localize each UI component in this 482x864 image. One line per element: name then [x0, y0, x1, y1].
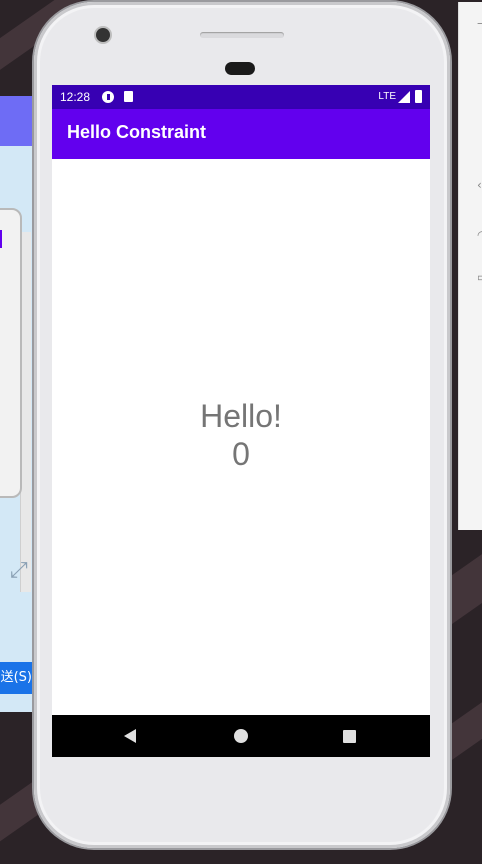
background-glyph: ‹ [477, 178, 482, 192]
background-glyph: ▭ [477, 270, 482, 284]
mini-phone-appbar [0, 230, 2, 248]
greeting-text: Hello! [200, 398, 282, 434]
home-icon[interactable] [234, 729, 248, 743]
network-type: LTE [378, 91, 396, 102]
background-window-header [0, 96, 34, 146]
signal-icon [398, 91, 410, 103]
background-window-right: – ‹ ◠ ▭ [458, 2, 482, 530]
phone-screen: 12:28 LTE Hello Constraint Hello! 0 [52, 85, 430, 757]
main-content: Hello! 0 [52, 159, 430, 715]
earpiece-speaker [200, 32, 284, 38]
background-window-left: ⤢ 送(S) [0, 96, 34, 712]
sd-card-icon [124, 91, 133, 102]
emulator-phone-frame: 12:28 LTE Hello Constraint Hello! 0 [34, 2, 450, 848]
background-glyph: – [477, 16, 482, 30]
expand-icon[interactable]: ⤢ [10, 558, 28, 583]
battery-icon [415, 90, 422, 103]
recents-icon[interactable] [343, 730, 356, 743]
mini-phone-preview [0, 208, 22, 498]
status-bar: 12:28 LTE [52, 85, 430, 109]
app-bar: Hello Constraint [52, 109, 430, 159]
send-button[interactable]: 送(S) [0, 662, 34, 694]
navigation-bar [52, 715, 430, 757]
front-camera [96, 28, 110, 42]
count-text: 0 [232, 436, 250, 472]
status-time: 12:28 [60, 90, 91, 104]
app-title: Hello Constraint [67, 122, 207, 142]
background-glyph: ◠ [477, 228, 482, 242]
notification-icon [102, 91, 114, 103]
back-icon[interactable] [124, 729, 136, 743]
proximity-sensor [225, 62, 255, 75]
